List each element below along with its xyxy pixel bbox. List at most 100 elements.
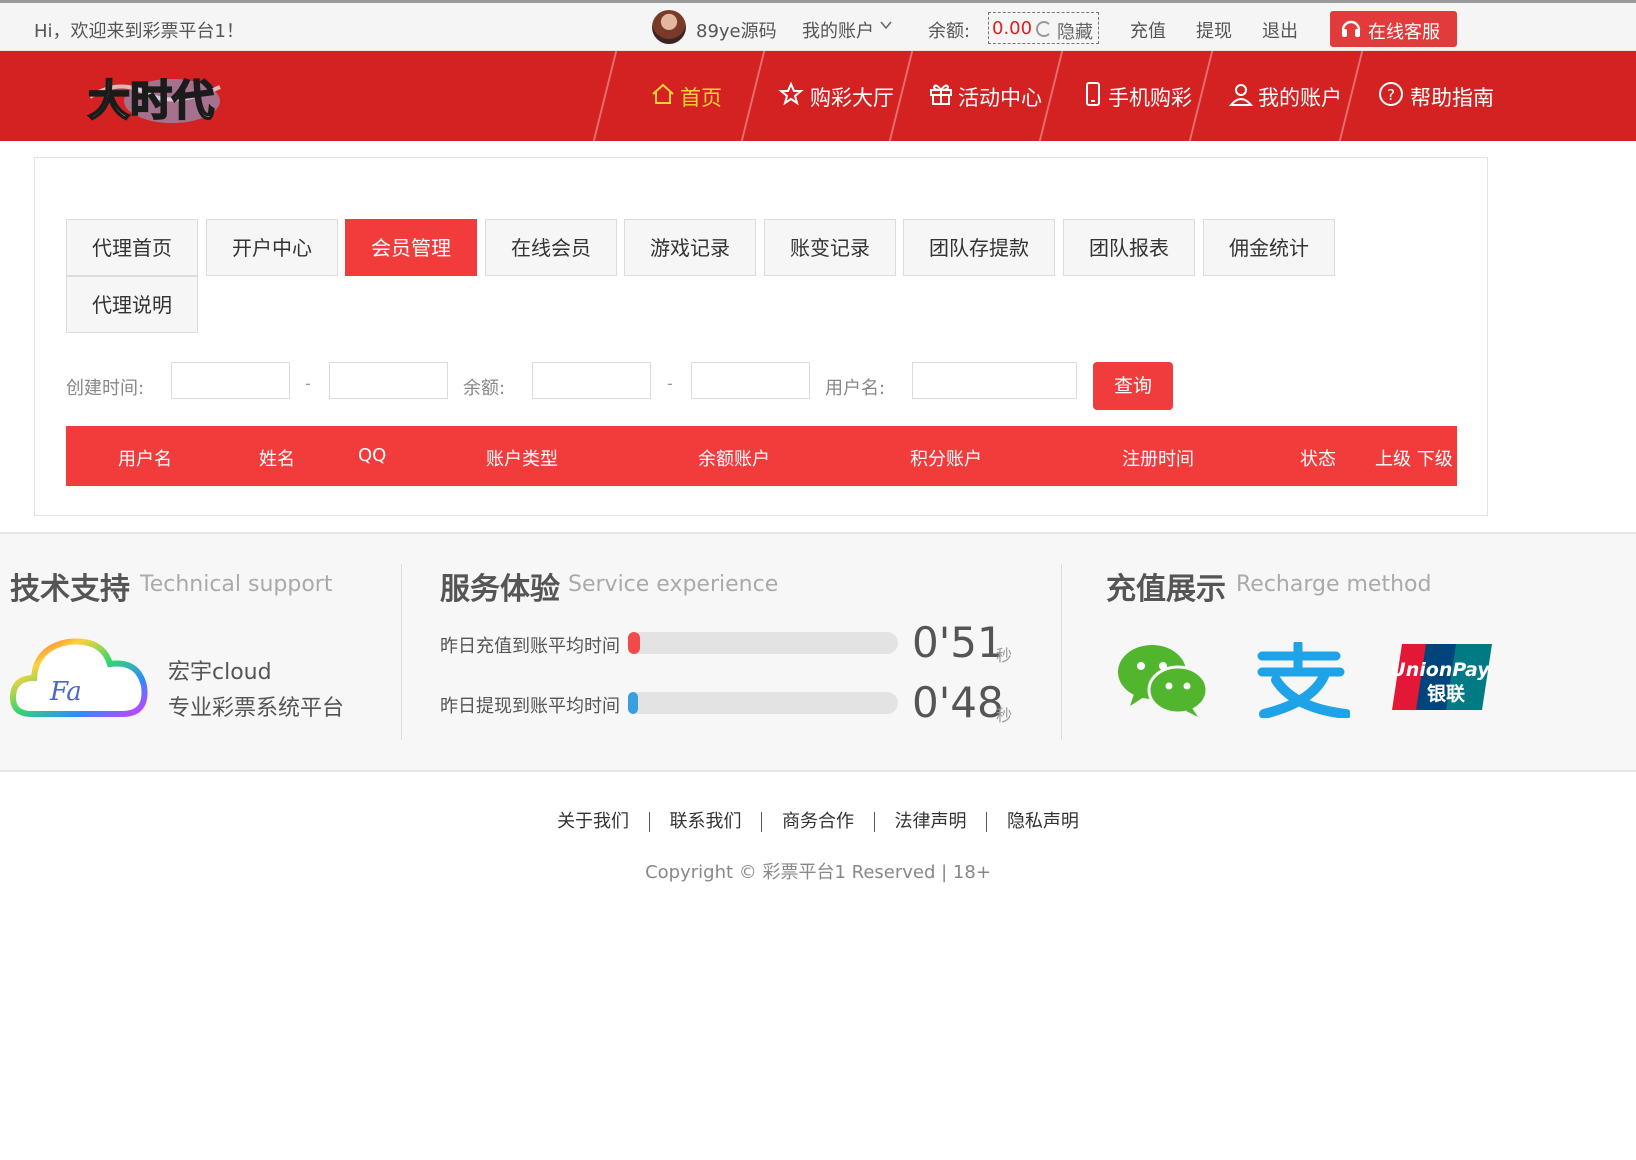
col-qq[interactable]: QQ bbox=[358, 445, 386, 466]
help-icon: ? bbox=[1379, 82, 1403, 106]
withdraw-time-label: 昨日提现到账平均时间 bbox=[440, 696, 620, 717]
top-bar: Hi，欢迎来到彩票平台1！ 89ye源码 我的账户 余额: 0.00 隐藏 充值… bbox=[0, 3, 1636, 51]
tech-support-subtitle: Technical support bbox=[140, 572, 333, 597]
balance-filter-label: 余额: bbox=[463, 378, 506, 399]
tab-balance-records[interactable]: 账变记录 bbox=[764, 219, 896, 276]
copyright-text: Copyright © 彩票平台1 Reserved | 18+ bbox=[645, 862, 991, 883]
site-logo[interactable]: 大时代 bbox=[80, 57, 230, 135]
refresh-icon[interactable] bbox=[1036, 21, 1052, 37]
nav-help-guide[interactable]: ? 帮助指南 bbox=[1378, 51, 1508, 141]
svg-text:Fa: Fa bbox=[49, 677, 82, 707]
created-time-label: 创建时间: bbox=[66, 378, 145, 399]
col-name[interactable]: 姓名 bbox=[259, 445, 295, 471]
agent-panel: 代理首页 开户中心 会员管理 在线会员 游戏记录 账变记录 团队存提款 团队报表… bbox=[34, 157, 1488, 516]
query-button[interactable]: 查询 bbox=[1093, 362, 1173, 410]
col-balance-account[interactable]: 余额账户 bbox=[698, 445, 770, 471]
service-experience-subtitle: Service experience bbox=[568, 572, 779, 597]
range-separator: - bbox=[305, 374, 311, 393]
recharge-time-label: 昨日充值到账平均时间 bbox=[440, 636, 620, 657]
col-status[interactable]: 状态 bbox=[1300, 445, 1336, 471]
username-filter-input[interactable] bbox=[912, 362, 1077, 399]
footer-link-business[interactable]: 商务合作 bbox=[782, 811, 854, 832]
footer-link-contact[interactable]: 联系我们 bbox=[670, 811, 742, 832]
recharge-methods-subtitle: Recharge method bbox=[1236, 572, 1432, 597]
balance-max-input[interactable] bbox=[691, 362, 810, 399]
tab-online-members[interactable]: 在线会员 bbox=[485, 219, 617, 276]
footer-links: 关于我们 联系我们 商务合作 法律声明 隐私声明 bbox=[0, 807, 1636, 833]
footer-link-legal[interactable]: 法律声明 bbox=[894, 811, 966, 832]
nav-separator bbox=[592, 51, 618, 141]
recharge-time-bar bbox=[628, 632, 898, 654]
balance-value: 0.00 bbox=[992, 18, 1033, 39]
tab-agent-guide[interactable]: 代理说明 bbox=[66, 276, 198, 333]
online-service-button[interactable]: 在线客服 bbox=[1330, 11, 1457, 47]
nav-lottery-hall-label: 购彩大厅 bbox=[810, 86, 894, 110]
star-icon bbox=[778, 81, 804, 106]
tech-provider-desc: 专业彩票系统平台 bbox=[168, 696, 345, 721]
my-account-dropdown[interactable]: 我的账户 bbox=[802, 17, 874, 43]
link-divider bbox=[761, 812, 763, 832]
withdraw-time-bar bbox=[628, 692, 898, 714]
headset-icon bbox=[1341, 20, 1361, 37]
unionpay-icon: UnionPay 银联 bbox=[1390, 644, 1492, 710]
link-divider bbox=[986, 812, 988, 832]
tab-team-reports[interactable]: 团队报表 bbox=[1063, 219, 1195, 276]
unionpay-cn-wordmark: 银联 bbox=[1427, 682, 1465, 705]
tab-member-management[interactable]: 会员管理 bbox=[345, 219, 477, 276]
tech-support-title: 技术支持 bbox=[10, 572, 130, 607]
col-username[interactable]: 用户名 bbox=[118, 445, 172, 471]
username-link[interactable]: 89ye源码 bbox=[696, 17, 777, 43]
tab-game-records[interactable]: 游戏记录 bbox=[624, 219, 756, 276]
nav-my-account[interactable]: 我的账户 bbox=[1228, 51, 1358, 141]
alipay-icon bbox=[1257, 642, 1350, 718]
nav-lottery-hall[interactable]: 购彩大厅 bbox=[778, 51, 908, 141]
recharge-link[interactable]: 充值 bbox=[1130, 17, 1166, 43]
col-superior-subordinate[interactable]: 上级 下级 bbox=[1375, 445, 1453, 471]
hide-balance-link[interactable]: 隐藏 bbox=[1057, 18, 1093, 44]
withdraw-link[interactable]: 提现 bbox=[1196, 17, 1232, 43]
avatar[interactable] bbox=[652, 10, 686, 44]
created-start-input[interactable] bbox=[171, 362, 290, 399]
recharge-time-unit: 秒 bbox=[996, 646, 1013, 665]
tab-team-deposits[interactable]: 团队存提款 bbox=[903, 219, 1055, 276]
recharge-methods-title: 充值展示 bbox=[1106, 572, 1226, 607]
cloud-logo-icon: Fa bbox=[10, 638, 148, 717]
logout-link[interactable]: 退出 bbox=[1262, 17, 1298, 43]
main-navbar: 大时代 首页 购彩大厅 活动中心 手机购彩 我的账户 ? 帮助指南 bbox=[0, 51, 1636, 141]
tab-agent-home[interactable]: 代理首页 bbox=[66, 219, 198, 276]
tab-commission-stats[interactable]: 佣金统计 bbox=[1203, 219, 1335, 276]
tech-provider-name: 宏宇cloud bbox=[168, 660, 272, 685]
nav-mobile-lottery[interactable]: 手机购彩 bbox=[1080, 51, 1210, 141]
withdraw-time-fill bbox=[628, 692, 638, 714]
balance-min-input[interactable] bbox=[532, 362, 651, 399]
nav-help-guide-label: 帮助指南 bbox=[1410, 86, 1494, 110]
footer-link-privacy[interactable]: 隐私声明 bbox=[1007, 811, 1079, 832]
nav-activity-center[interactable]: 活动中心 bbox=[928, 51, 1058, 141]
tab-account-center[interactable]: 开户中心 bbox=[206, 219, 338, 276]
link-divider bbox=[873, 812, 875, 832]
nav-activity-center-label: 活动中心 bbox=[958, 86, 1042, 110]
svg-text:大时代: 大时代 bbox=[88, 76, 214, 125]
created-end-input[interactable] bbox=[329, 362, 448, 399]
greeting-text: Hi，欢迎来到彩票平台1！ bbox=[34, 21, 244, 42]
col-points-account[interactable]: 积分账户 bbox=[910, 445, 982, 471]
col-register-time[interactable]: 注册时间 bbox=[1122, 445, 1194, 471]
balance-box: 0.00 隐藏 bbox=[988, 12, 1099, 44]
footer-link-about[interactable]: 关于我们 bbox=[557, 811, 629, 832]
nav-mobile-lottery-label: 手机购彩 bbox=[1108, 86, 1192, 110]
members-table-header: 用户名 姓名 QQ 账户类型 余额账户 积分账户 注册时间 状态 上级 下级 bbox=[66, 426, 1457, 486]
withdraw-time-value: 0'48 bbox=[912, 678, 1004, 727]
username-filter-label: 用户名: bbox=[825, 378, 886, 399]
recharge-time-fill bbox=[628, 632, 640, 654]
col-account-type[interactable]: 账户类型 bbox=[486, 445, 558, 471]
service-experience-title: 服务体验 bbox=[440, 572, 560, 607]
balance-label: 余额: bbox=[928, 21, 971, 42]
unionpay-wordmark: UnionPay bbox=[1390, 659, 1491, 681]
footer-info-band: 技术支持 Technical support Fa 宏宇cloud 专业彩票系统… bbox=[0, 532, 1636, 772]
gift-icon bbox=[930, 84, 952, 105]
chevron-down-icon[interactable] bbox=[880, 19, 892, 31]
footer-divider bbox=[1061, 564, 1062, 740]
link-divider bbox=[648, 812, 650, 832]
home-icon bbox=[652, 83, 674, 104]
withdraw-time-unit: 秒 bbox=[996, 706, 1013, 725]
